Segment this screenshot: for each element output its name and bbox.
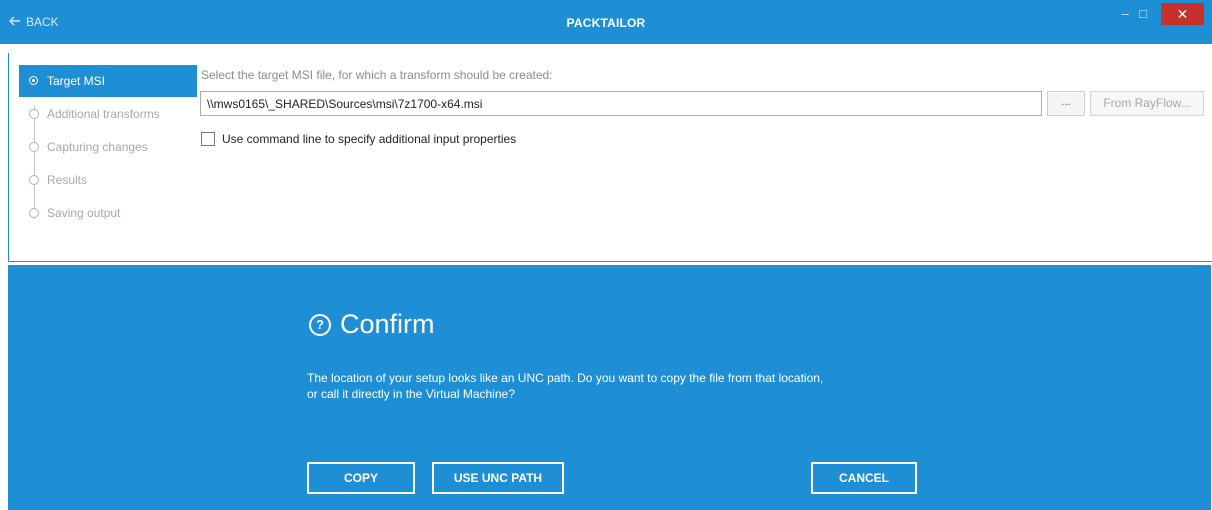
confirm-message-line: or call it directly in the Virtual Machi… — [307, 387, 515, 401]
target-hint: Select the target MSI file, for which a … — [201, 68, 553, 82]
step-results[interactable]: Results — [19, 163, 197, 196]
step-dot-icon — [29, 207, 39, 218]
step-label: Target MSI — [47, 74, 106, 88]
title-bar: BACK PACKTAILOR – □ ✕ — [0, 0, 1212, 44]
close-button[interactable]: ✕ — [1161, 3, 1204, 25]
confirm-message: The location of your setup looks like an… — [307, 370, 947, 402]
cmdline-label[interactable]: Use command line to specify additional i… — [222, 132, 516, 146]
app-title: PACKTAILOR — [566, 16, 646, 30]
step-label: Additional transforms — [47, 106, 160, 121]
confirm-message-line: The location of your setup looks like an… — [307, 371, 824, 385]
confirm-dialog: ? Confirm The location of your setup loo… — [8, 265, 1211, 510]
confirm-title: Confirm — [340, 309, 435, 339]
step-target-msi[interactable]: Target MSI — [19, 65, 197, 97]
step-label: Capturing changes — [47, 139, 148, 154]
step-saving-output[interactable]: Saving output — [19, 196, 197, 229]
msi-path-input[interactable] — [200, 91, 1042, 116]
confirm-header: ? Confirm — [309, 309, 435, 340]
step-active-icon — [29, 76, 38, 85]
step-label: Results — [47, 172, 88, 187]
browse-button[interactable]: ... — [1047, 91, 1085, 116]
step-list: Target MSI Additional transforms Capturi… — [19, 65, 197, 229]
step-capturing-changes[interactable]: Capturing changes — [19, 130, 197, 163]
use-unc-path-button[interactable]: USE UNC PATH — [432, 462, 564, 494]
step-dot-icon — [29, 141, 39, 152]
from-rayflow-button[interactable]: From RayFlow... — [1090, 91, 1204, 116]
step-dot-icon — [29, 174, 39, 185]
step-label: Saving output — [47, 205, 121, 220]
cmdline-checkbox[interactable] — [201, 132, 215, 146]
question-circle-icon: ? — [309, 313, 331, 336]
copy-button[interactable]: COPY — [307, 462, 415, 494]
step-dot-icon — [29, 108, 39, 119]
wizard-panel: Target MSI Additional transforms Capturi… — [8, 53, 1212, 262]
step-additional-transforms[interactable]: Additional transforms — [19, 97, 197, 130]
maximize-button[interactable]: □ — [1132, 3, 1154, 25]
cmdline-option[interactable]: Use command line to specify additional i… — [201, 132, 516, 146]
cancel-button[interactable]: CANCEL — [811, 462, 917, 494]
